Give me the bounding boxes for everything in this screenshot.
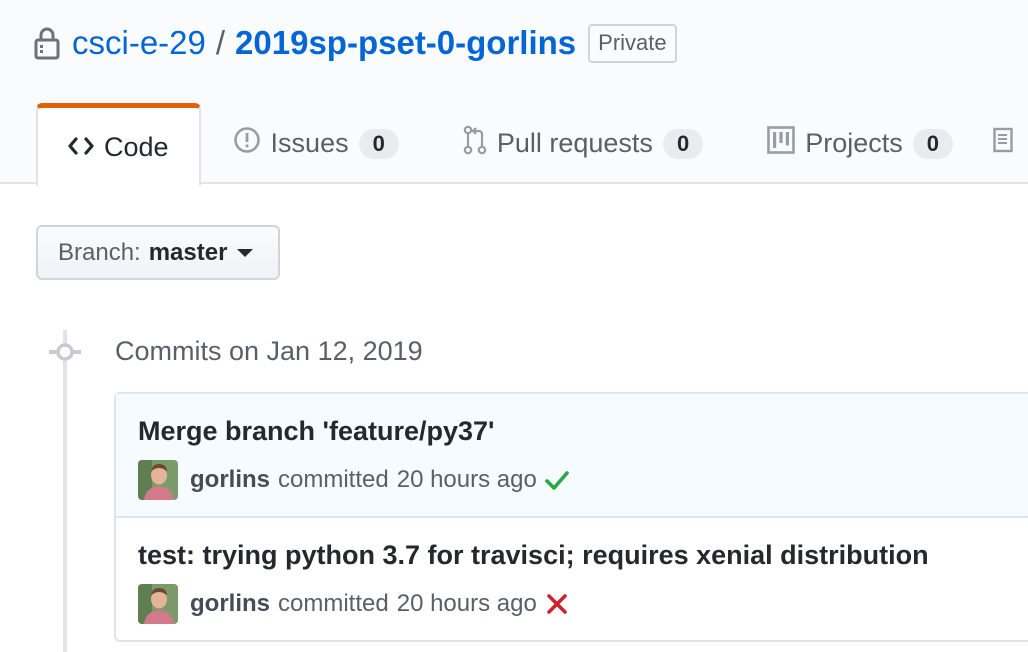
branch-value: master [148, 238, 228, 266]
pull-request-icon [463, 125, 487, 162]
branch-select-button[interactable]: Branch: master [36, 225, 280, 280]
tab-pull-requests[interactable]: Pull requests 0 [431, 103, 735, 184]
commit-meta: gorlins committed 20 hours ago [138, 584, 569, 624]
tab-projects-label: Projects [805, 128, 903, 158]
visibility-badge: Private [588, 23, 677, 63]
check-icon[interactable] [545, 468, 569, 492]
commit-time: 20 hours ago [396, 590, 537, 617]
avatar[interactable] [138, 460, 178, 500]
commit-author[interactable]: gorlins [190, 590, 270, 618]
issues-counter: 0 [358, 128, 399, 159]
commit-author[interactable]: gorlins [190, 466, 270, 494]
branch-label: Branch: [58, 238, 141, 266]
tab-code-label: Code [104, 131, 169, 162]
issue-icon [233, 126, 261, 161]
avatar[interactable] [138, 584, 178, 624]
tab-projects[interactable]: Projects 0 [735, 103, 985, 184]
timeline-line [63, 330, 67, 652]
projects-counter: 0 [912, 128, 953, 159]
x-icon[interactable] [545, 592, 569, 616]
repo-title: csci-e-29 / 2019sp-pset-0-gorlins Privat… [34, 20, 677, 66]
project-icon [767, 126, 795, 161]
commit-list: Merge branch 'feature/py37' gorlins comm… [114, 392, 1028, 642]
commit-action: committed [278, 590, 389, 617]
commit-item: test: trying python 3.7 for travisci; re… [116, 518, 1028, 640]
tab-issues-label: Issues [270, 128, 349, 158]
repo-header: csci-e-29 / 2019sp-pset-0-gorlins Privat… [0, 0, 1028, 186]
tab-issues[interactable]: Issues 0 [201, 103, 431, 184]
git-commit-icon [49, 338, 81, 366]
lock-icon [34, 25, 60, 61]
commits-date-heading: Commits on Jan 12, 2019 [115, 336, 423, 366]
commit-meta: gorlins committed 20 hours ago [138, 460, 569, 500]
pull-requests-counter: 0 [662, 128, 704, 159]
repo-nav-tabs: Code Issues 0 Pull requests 0 Projects 0 [36, 103, 1028, 186]
commit-title-link[interactable]: Merge branch 'feature/py37' [138, 416, 494, 447]
book-icon [993, 127, 1013, 160]
tab-overflow[interactable] [985, 103, 1028, 184]
caret-down-icon [237, 248, 254, 257]
commit-time: 20 hours ago [396, 466, 537, 493]
commit-action: committed [278, 466, 389, 493]
commit-title-link[interactable]: test: trying python 3.7 for travisci; re… [138, 540, 929, 571]
code-icon [68, 132, 94, 163]
tab-code[interactable]: Code [36, 103, 201, 186]
repo-name-link[interactable]: 2019sp-pset-0-gorlins [235, 24, 576, 62]
tab-pull-requests-label: Pull requests [496, 128, 653, 158]
repo-owner-link[interactable]: csci-e-29 [72, 24, 206, 62]
path-separator: / [215, 24, 226, 61]
commit-item: Merge branch 'feature/py37' gorlins comm… [116, 394, 1028, 518]
